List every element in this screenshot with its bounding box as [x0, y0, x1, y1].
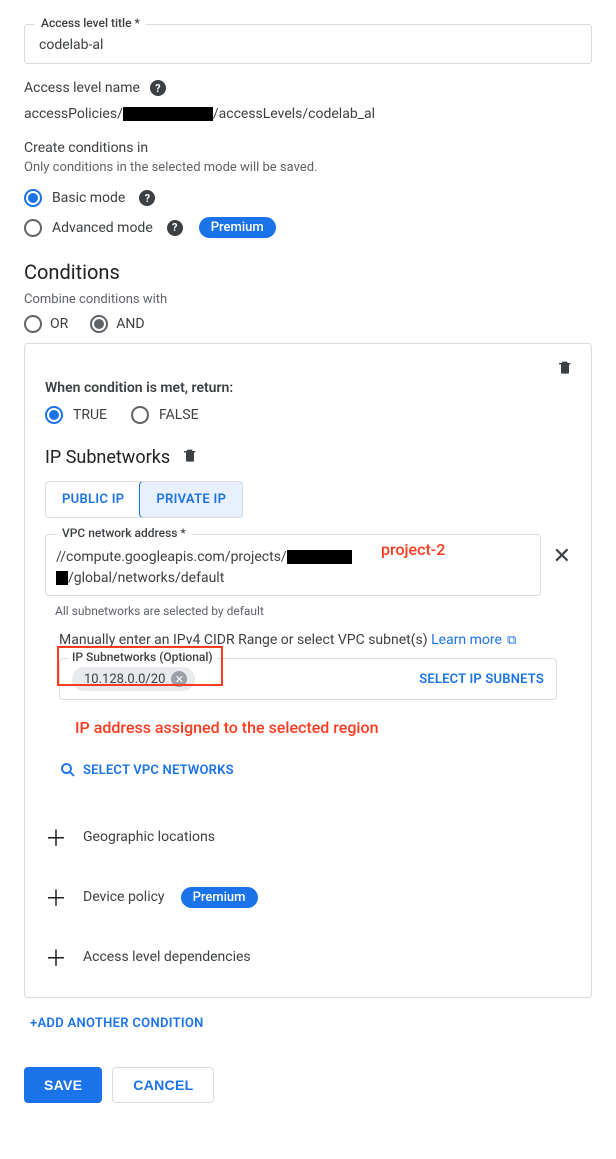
tab-private-ip[interactable]: PRIVATE IP: [139, 481, 243, 518]
premium-badge: Premium: [199, 217, 276, 238]
plus-icon: ＋: [45, 941, 67, 973]
access-level-title-field[interactable]: Access level title *: [24, 24, 592, 64]
basic-mode-radio[interactable]: [24, 189, 42, 207]
basic-mode-label: Basic mode: [52, 190, 125, 206]
select-ip-subnets-button[interactable]: SELECT IP SUBNETS: [419, 672, 544, 687]
add-geographic-locations-button[interactable]: ＋ Geographic locations: [45, 807, 571, 867]
ip-subnetworks-heading: IP Subnetworks: [45, 447, 170, 468]
redacted-text: [287, 550, 352, 564]
access-level-title-input[interactable]: [39, 37, 577, 53]
when-condition-met-label: When condition is met, return:: [45, 380, 571, 396]
trash-icon: [182, 446, 198, 464]
annotation-ip-assigned: IP address assigned to the selected regi…: [75, 718, 571, 737]
vpc-helper-text: All subnetworks are selected by default: [55, 604, 571, 618]
access-level-title-label: Access level title *: [35, 16, 146, 30]
ip-type-tabs: PUBLIC IP PRIVATE IP: [45, 481, 243, 518]
add-another-condition-button[interactable]: +ADD ANOTHER CONDITION: [30, 1016, 592, 1031]
advanced-mode-radio[interactable]: [24, 219, 42, 237]
or-label: OR: [50, 316, 68, 332]
true-radio[interactable]: [45, 406, 63, 424]
vpc-address-value[interactable]: //compute.googleapis.com/projects/ /glob…: [56, 547, 530, 589]
access-level-name-label: Access level name: [24, 80, 140, 96]
vpc-address-field[interactable]: VPC network address * //compute.googleap…: [45, 534, 541, 596]
trash-icon: [557, 358, 573, 376]
advanced-mode-label: Advanced mode: [52, 220, 153, 236]
access-level-name-value: accessPolicies//accessLevels/codelab_al: [24, 106, 592, 122]
external-link-icon: ⧉: [504, 633, 517, 648]
add-device-policy-button[interactable]: ＋ Device policy Premium: [45, 867, 571, 927]
help-icon[interactable]: ?: [167, 220, 183, 236]
learn-more-link[interactable]: Learn more ⧉: [431, 632, 516, 648]
cancel-button[interactable]: CANCEL: [112, 1067, 214, 1103]
plus-icon: ＋: [45, 881, 67, 913]
false-radio[interactable]: [131, 406, 149, 424]
true-label: TRUE: [73, 407, 107, 423]
create-conditions-heading: Create conditions in: [24, 140, 592, 156]
select-vpc-networks-button[interactable]: SELECT VPC NETWORKS: [59, 761, 571, 779]
delete-condition-button[interactable]: [557, 358, 573, 380]
search-icon: [59, 761, 77, 779]
help-icon[interactable]: ?: [139, 190, 155, 206]
plus-icon: ＋: [45, 821, 67, 853]
save-button[interactable]: SAVE: [24, 1067, 102, 1103]
create-conditions-subtext: Only conditions in the selected mode wil…: [24, 160, 592, 175]
help-icon[interactable]: ?: [150, 80, 166, 96]
delete-ip-section-button[interactable]: [182, 446, 198, 469]
add-access-level-deps-button[interactable]: ＋ Access level dependencies: [45, 927, 571, 987]
and-radio[interactable]: [90, 315, 108, 333]
vpc-address-label: VPC network address *: [56, 526, 192, 540]
condition-card: When condition is met, return: TRUE FALS…: [24, 343, 592, 998]
or-radio[interactable]: [24, 315, 42, 333]
redacted-text: [56, 571, 68, 585]
premium-badge: Premium: [181, 887, 258, 908]
and-label: AND: [116, 316, 144, 332]
redacted-text: [123, 107, 213, 121]
remove-vpc-button[interactable]: ✕: [553, 534, 571, 569]
false-label: FALSE: [159, 407, 199, 423]
conditions-heading: Conditions: [24, 260, 592, 284]
combine-conditions-label: Combine conditions with: [24, 292, 592, 307]
tab-public-ip[interactable]: PUBLIC IP: [46, 482, 140, 517]
annotation-box: [57, 646, 223, 686]
annotation-project2: project-2: [381, 540, 445, 559]
